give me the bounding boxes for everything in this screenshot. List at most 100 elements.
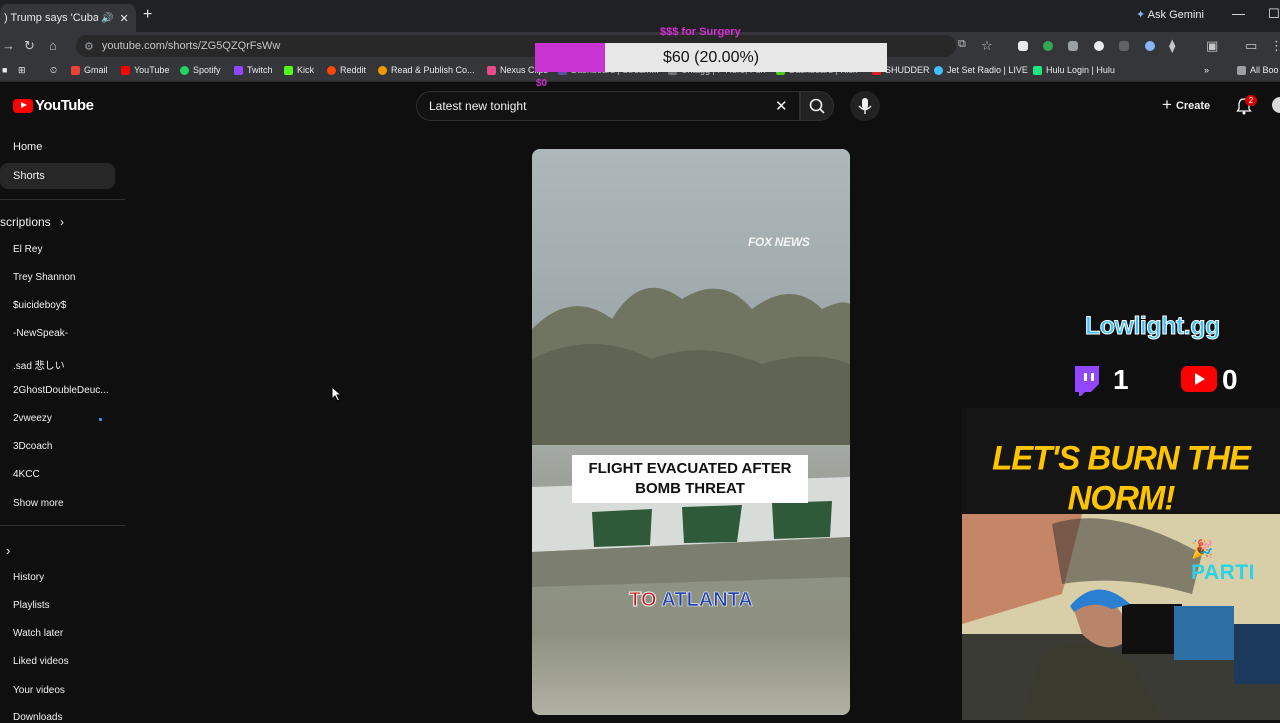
donation-goal-title: $$$ for Surgery — [660, 26, 741, 38]
read-publish-icon — [378, 65, 387, 75]
sidebar-item-liked-videos[interactable]: Liked videos — [13, 656, 69, 667]
subscriptions-header[interactable]: scriptions › — [0, 215, 64, 229]
sidebar-item-watch-later[interactable]: Watch later — [13, 628, 63, 639]
search-button[interactable] — [800, 91, 834, 121]
show-more-button[interactable]: Show more — [13, 498, 64, 509]
bookmark-label: Hulu Login | Hulu — [1046, 65, 1115, 75]
new-content-dot — [99, 418, 102, 421]
divider — [0, 199, 125, 200]
history-icon[interactable]: ⏲ — [50, 65, 57, 76]
sidebar-item-subscription[interactable]: -NewSpeak- — [13, 328, 68, 339]
bookmark-label: Kick — [297, 65, 315, 75]
url-text: youtube.com/shorts/ZG5QZQrFsWw — [101, 40, 281, 52]
extension-icon[interactable] — [1018, 41, 1028, 51]
extension-icon[interactable] — [1119, 41, 1129, 51]
sidebar-item-subscription[interactable]: $uicideboy$ — [13, 300, 66, 311]
party-popper-icon: 🎉 — [1191, 539, 1214, 559]
maximize-button[interactable]: ☐ — [1268, 6, 1280, 22]
plus-icon: + — [1162, 95, 1172, 114]
home-icon[interactable]: ⌂ — [49, 38, 57, 53]
youtube-play-icon — [13, 98, 33, 113]
microphone-icon — [858, 98, 872, 114]
sidebar-item-subscription[interactable]: 3Dcoach — [13, 441, 52, 452]
bookmark-label: YouTube — [134, 65, 170, 75]
voice-search-button[interactable] — [850, 91, 880, 121]
notification-count-badge: 2 — [1245, 95, 1257, 106]
minimize-button[interactable]: — — [1232, 6, 1245, 21]
extensions-puzzle-icon[interactable]: ⧫ — [1169, 38, 1175, 54]
youtube-logo-text: YouTube — [35, 97, 94, 114]
sidebar-item-your-videos[interactable]: Your videos — [13, 685, 65, 696]
gemini-icon: ✦ — [1136, 9, 1146, 21]
sidebar-item-downloads[interactable]: Downloads — [13, 712, 62, 723]
donation-amount: $0 — [536, 78, 548, 89]
youtube-icon — [121, 65, 130, 75]
sidebar-item-shorts[interactable]: Shorts — [0, 163, 115, 189]
cast-icon[interactable]: ▭ — [1245, 38, 1257, 54]
install-icon[interactable]: ⧉ — [958, 38, 966, 51]
apps-grid-icon[interactable]: ⊞ — [18, 65, 26, 76]
browser-tab[interactable]: ) Trump says 'Cuba's gon 🔊 ✕ — [0, 4, 136, 32]
bookmark-jet-set-radio[interactable]: Jet Set Radio | LIVE — [934, 65, 1028, 75]
cam-banner-label: PARTI — [1191, 561, 1255, 584]
bookmarks-apps-icon[interactable]: ■ — [2, 65, 7, 75]
more-bookmarks-icon[interactable]: » — [1204, 65, 1209, 75]
fox-news-watermark: FOX NEWS — [748, 235, 810, 249]
twitch-icon — [1075, 366, 1099, 396]
sidebar-item-subscription[interactable]: Trey Shannon — [13, 272, 75, 283]
folder-icon — [1237, 65, 1246, 75]
clear-search-icon[interactable]: ✕ — [775, 97, 788, 115]
bookmark-label: All Boo — [1250, 65, 1279, 75]
bookmark-kick[interactable]: Kick — [284, 65, 314, 75]
bookmark-read-publish[interactable]: Read & Publish Co... — [378, 65, 475, 75]
bookmark-twitch[interactable]: Twitch — [234, 65, 273, 75]
nexus-clips-icon — [487, 65, 496, 75]
you-section-chevron-icon[interactable]: › — [6, 543, 10, 558]
bookmark-all-bookmarks[interactable]: All Boo — [1237, 65, 1279, 75]
bookmark-reddit[interactable]: Reddit — [327, 65, 366, 75]
extension-icon[interactable] — [1145, 41, 1155, 51]
speaker-icon[interactable]: 🔊 — [101, 13, 113, 24]
twitch-icon — [234, 65, 243, 75]
sidebar-item-playlists[interactable]: Playlists — [13, 600, 50, 611]
create-button[interactable]: + Create — [1162, 95, 1210, 115]
youtube-viewer-count: 0 — [1222, 364, 1238, 395]
sidebar-item-subscription[interactable]: El Rey — [13, 244, 42, 255]
forward-icon[interactable]: → — [2, 38, 15, 53]
youtube-logo[interactable]: YouTube — [13, 97, 94, 114]
profile-icon[interactable]: ⋮ — [1270, 38, 1280, 54]
side-panel-icon[interactable]: ▣ — [1206, 38, 1218, 54]
divider — [0, 525, 125, 526]
bookmark-label: Twitch — [247, 65, 273, 75]
chevron-right-icon: › — [60, 215, 65, 229]
bookmark-youtube[interactable]: YouTube — [121, 65, 169, 75]
sidebar-item-history[interactable]: History — [13, 572, 44, 583]
twitch-viewer-count: 1 — [1113, 364, 1129, 395]
stream-brand: Lowlight.gg — [1085, 312, 1221, 341]
sidebar-item-subscription[interactable]: 4KCC — [13, 469, 40, 480]
extension-icon[interactable] — [1094, 41, 1104, 51]
close-tab-icon[interactable]: ✕ — [119, 12, 128, 25]
ask-gemini-button[interactable]: ✦ Ask Gemini — [1136, 8, 1204, 21]
extension-icon[interactable] — [1043, 41, 1053, 51]
search-input[interactable]: Latest new tonight — [416, 91, 800, 121]
new-tab-button[interactable]: + — [143, 6, 152, 24]
extension-icon[interactable] — [1068, 41, 1078, 51]
sidebar-item-subscription[interactable]: .sad 悲しい — [13, 357, 65, 372]
bookmark-gmail[interactable]: Gmail — [71, 65, 108, 75]
bookmark-label: Jet Set Radio | LIVE — [947, 65, 1028, 75]
bookmark-hulu[interactable]: Hulu Login | Hulu — [1033, 65, 1115, 75]
sidebar-item-label: Shorts — [13, 170, 45, 182]
sidebar-item-home[interactable]: Home — [0, 134, 115, 160]
short-video-player[interactable]: FOX NEWS FLIGHT EVACUATED AFTER BOMB THR… — [532, 149, 850, 715]
sidebar-item-subscription[interactable]: 2GhostDoubleDeuc... — [13, 385, 109, 396]
reload-icon[interactable]: ↻ — [24, 38, 35, 54]
bookmark-star-icon[interactable]: ☆ — [981, 38, 993, 54]
site-settings-icon[interactable]: ⚙ — [84, 40, 94, 53]
search-icon — [809, 98, 825, 114]
bookmark-spotify[interactable]: Spotify — [180, 65, 221, 75]
avatar[interactable] — [1272, 97, 1280, 113]
browser-tab-strip: ) Trump says 'Cuba's gon 🔊 ✕ + ✦ Ask Gem… — [0, 0, 1280, 32]
sidebar-item-subscription[interactable]: 2vweezy — [13, 413, 52, 424]
ask-gemini-label: Ask Gemini — [1147, 9, 1204, 21]
